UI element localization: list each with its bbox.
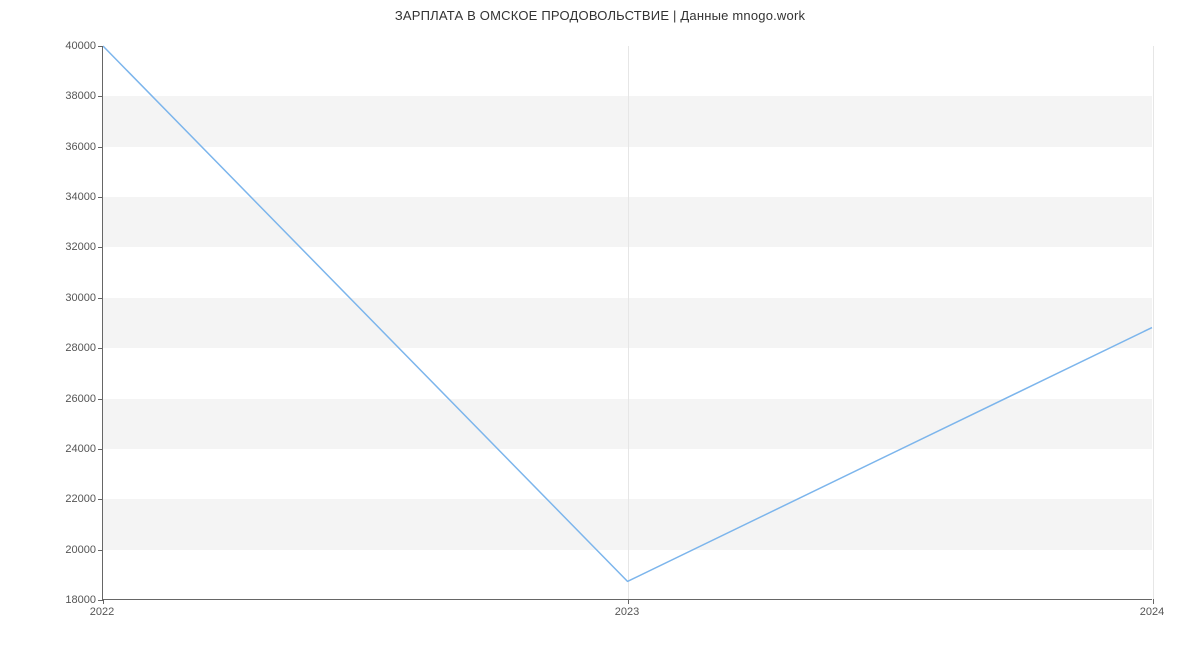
y-tick-label: 28000 xyxy=(46,342,96,354)
y-tick-mark xyxy=(98,147,103,148)
x-tick-label: 2023 xyxy=(615,606,639,618)
x-tick-mark xyxy=(103,599,104,604)
y-tick-label: 36000 xyxy=(46,141,96,153)
series-line xyxy=(103,46,1152,581)
x-tick-mark xyxy=(628,599,629,604)
y-tick-label: 26000 xyxy=(46,393,96,405)
x-gridline xyxy=(1153,46,1154,599)
y-tick-mark xyxy=(98,46,103,47)
chart-container: ЗАРПЛАТА В ОМСКОЕ ПРОДОВОЛЬСТВИЕ | Данны… xyxy=(0,0,1200,650)
y-tick-label: 38000 xyxy=(46,90,96,102)
y-tick-mark xyxy=(98,499,103,500)
y-tick-mark xyxy=(98,399,103,400)
x-tick-mark xyxy=(1153,599,1154,604)
y-tick-mark xyxy=(98,298,103,299)
y-tick-mark xyxy=(98,449,103,450)
y-tick-label: 30000 xyxy=(46,292,96,304)
y-tick-label: 22000 xyxy=(46,493,96,505)
y-tick-label: 20000 xyxy=(46,544,96,556)
chart-title: ЗАРПЛАТА В ОМСКОЕ ПРОДОВОЛЬСТВИЕ | Данны… xyxy=(0,8,1200,23)
y-tick-mark xyxy=(98,96,103,97)
x-tick-label: 2024 xyxy=(1140,606,1164,618)
y-tick-label: 24000 xyxy=(46,443,96,455)
y-tick-label: 40000 xyxy=(46,40,96,52)
y-tick-mark xyxy=(98,197,103,198)
plot-area xyxy=(102,46,1152,600)
y-tick-label: 32000 xyxy=(46,241,96,253)
x-tick-label: 2022 xyxy=(90,606,114,618)
y-tick-mark xyxy=(98,550,103,551)
line-layer xyxy=(103,46,1152,599)
y-tick-mark xyxy=(98,247,103,248)
y-tick-label: 18000 xyxy=(46,594,96,606)
y-tick-label: 34000 xyxy=(46,191,96,203)
y-tick-mark xyxy=(98,348,103,349)
